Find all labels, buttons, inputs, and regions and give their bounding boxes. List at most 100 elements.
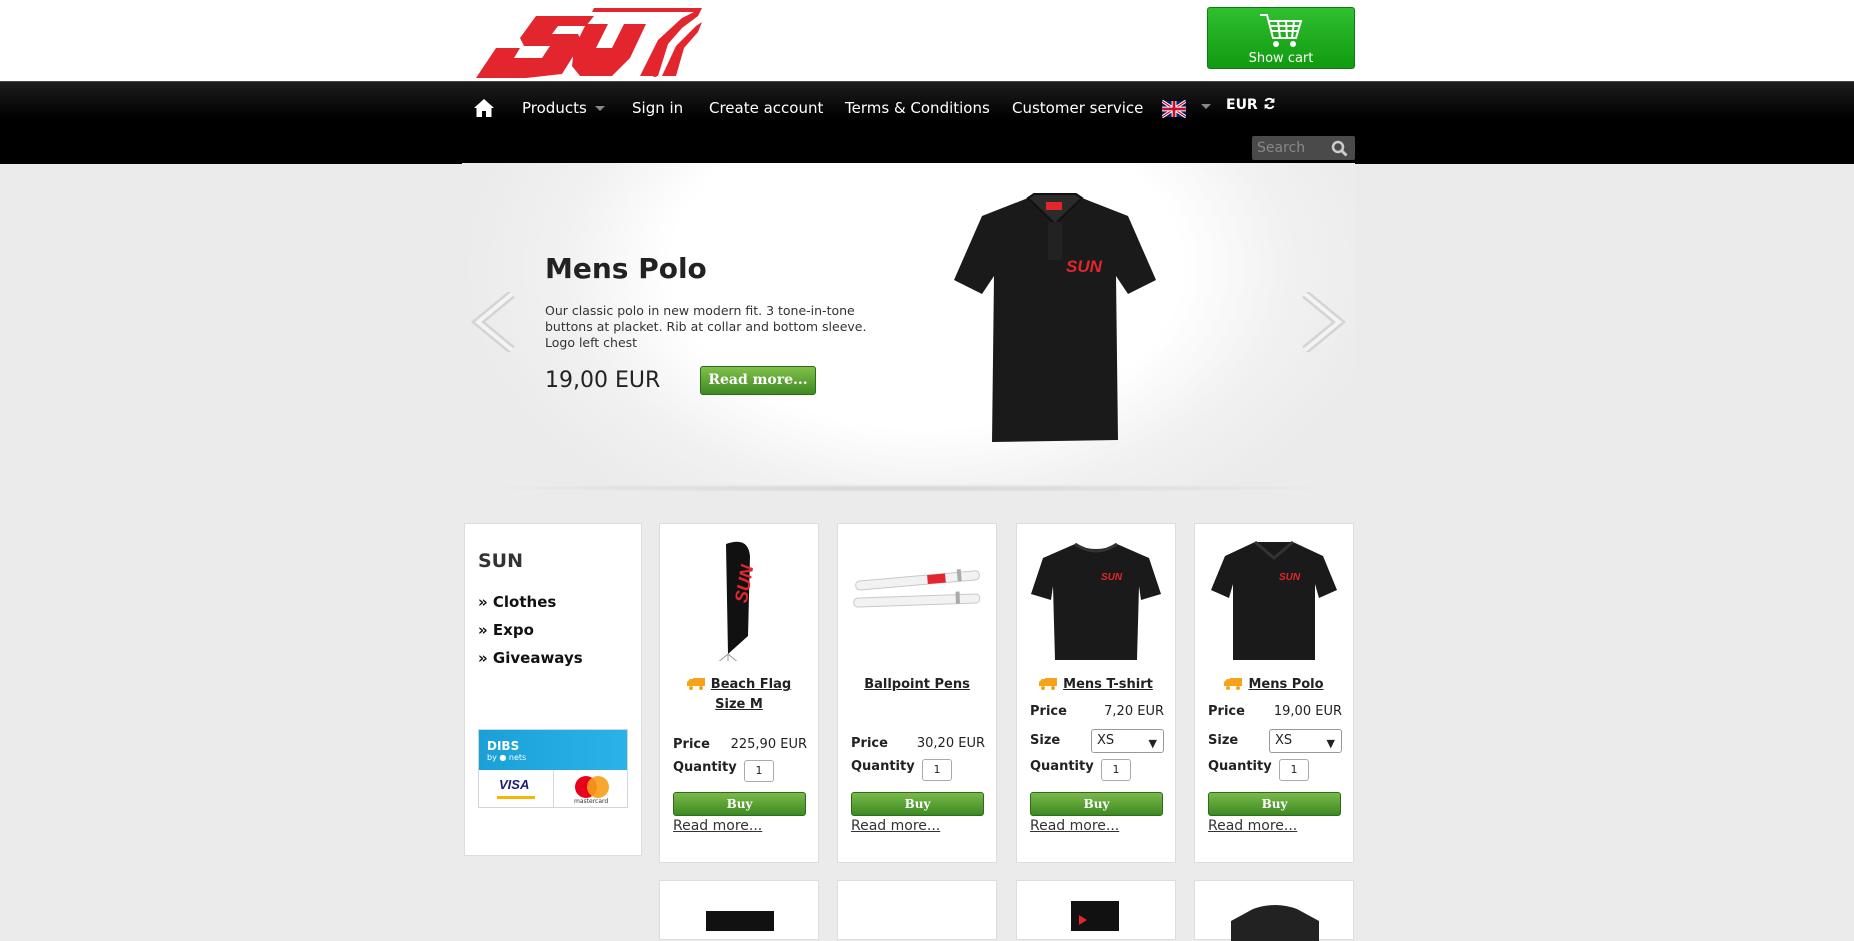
price-value: 7,20 EUR [1104, 704, 1164, 719]
size-select[interactable]: XS ▼ [1269, 729, 1342, 753]
price-value: 225,90 EUR [730, 737, 807, 752]
main-navbar: Products Sign in Create account Terms & … [0, 81, 1854, 164]
hero-title: Mens Polo [545, 252, 707, 285]
currency-selector[interactable]: EUR [1226, 97, 1276, 113]
visa-logo: VISA [499, 777, 530, 792]
search-box [1252, 136, 1355, 160]
dibs-title: DIBS [487, 739, 520, 753]
red-mark-icon [1079, 915, 1087, 925]
sidebar-title: SUN [478, 550, 524, 572]
size-value: XS [1275, 733, 1293, 748]
quantity-label: Quantity [1030, 759, 1094, 774]
ballpoint-pens-image[interactable] [838, 536, 996, 661]
price-value: 30,20 EUR [916, 736, 985, 751]
quantity-input[interactable]: 1 [1101, 759, 1131, 781]
mastercard-logo-icon [575, 776, 609, 798]
read-more-link[interactable]: Read more... [1030, 818, 1119, 834]
carousel-prev-arrow-icon[interactable] [470, 292, 520, 352]
product-card [837, 880, 997, 940]
delivery-truck-icon [1039, 678, 1058, 690]
shirt-thumbnail-image[interactable] [1225, 901, 1325, 941]
divider [553, 770, 554, 807]
quantity-label: Quantity [851, 759, 915, 774]
product-name: Mens T-shirt [1063, 677, 1153, 692]
quantity-input[interactable]: 1 [922, 759, 952, 781]
language-chevron-icon[interactable] [1201, 104, 1211, 109]
read-more-link[interactable]: Read more... [851, 818, 940, 834]
price-label: Price [673, 737, 710, 752]
buy-button[interactable]: Buy [673, 792, 806, 816]
nav-products[interactable]: Products [522, 99, 605, 117]
refresh-icon [1264, 97, 1275, 110]
product-card: SUN Beach Flag Size M Price 225,90 EUR Q… [659, 523, 819, 863]
sidebar-item-clothes[interactable]: » Clothes [478, 593, 556, 611]
uk-flag-icon[interactable] [1162, 100, 1186, 118]
product-card: SUN Mens T-shirt Price 7,20 EUR Size XS ▼… [1016, 523, 1176, 863]
product-image[interactable] [706, 911, 774, 931]
show-cart-button[interactable]: Show cart [1207, 7, 1355, 69]
select-arrow-icon: ▼ [1326, 737, 1335, 750]
product-card: SUN Mens Polo Price 19,00 EUR Size XS ▼ Q… [1194, 523, 1354, 863]
nav-sign-in[interactable]: Sign in [632, 99, 683, 117]
hero-shadow [470, 484, 1350, 492]
product-image[interactable] [1071, 901, 1119, 931]
beach-flag-image[interactable]: SUN [660, 536, 818, 661]
t-shirt-image[interactable]: SUN [1017, 536, 1175, 661]
product-name-link[interactable]: Mens T-shirt [1027, 675, 1165, 695]
carousel-next-arrow-icon[interactable] [1297, 292, 1347, 352]
mastercard-label: mastercard [574, 798, 609, 805]
dibs-subtitle: by ● nets [487, 753, 527, 762]
sidebar-item-giveaways[interactable]: » Giveaways [478, 649, 583, 667]
price-label: Price [1208, 704, 1245, 719]
hero-description: Our classic polo in new modern fit. 3 to… [545, 303, 867, 350]
search-icon[interactable] [1331, 140, 1348, 157]
svg-text:SUN: SUN [1101, 572, 1123, 583]
nav-terms[interactable]: Terms & Conditions [845, 99, 990, 117]
search-input[interactable] [1252, 136, 1329, 160]
size-label: Size [1208, 733, 1239, 748]
nav-customer-service[interactable]: Customer service [1012, 99, 1143, 117]
polo-shirt-thumbnail-image[interactable]: SUN [1195, 536, 1353, 661]
nav-create-account[interactable]: Create account [709, 99, 823, 117]
polo-shirt-image[interactable]: SUN [950, 190, 1160, 452]
quantity-label: Quantity [673, 760, 737, 775]
quantity-input[interactable]: 1 [744, 760, 774, 782]
product-name: Ballpoint Pens [864, 677, 970, 692]
product-name-link[interactable]: Beach Flag Size M [670, 675, 808, 715]
nav-products-label: Products [522, 99, 587, 117]
delivery-truck-icon [686, 678, 705, 690]
product-card [1194, 880, 1354, 941]
quantity-input[interactable]: 1 [1279, 759, 1309, 781]
home-icon[interactable] [473, 98, 495, 118]
size-select[interactable]: XS ▼ [1091, 729, 1164, 753]
size-value: XS [1097, 733, 1115, 748]
buy-button[interactable]: Buy [851, 792, 984, 816]
price-label: Price [851, 736, 888, 751]
sidebar-item-expo[interactable]: » Expo [478, 621, 534, 639]
product-name-link[interactable]: Ballpoint Pens [848, 675, 986, 695]
sun-logo[interactable] [462, 4, 702, 80]
hero-price: 19,00 EUR [545, 368, 661, 393]
dibs-banner: DIBS by ● nets [479, 730, 627, 770]
select-arrow-icon: ▼ [1148, 737, 1157, 750]
visa-logo-bar [497, 796, 535, 799]
header: Show cart [0, 0, 1854, 81]
product-name: Beach Flag Size M [710, 677, 792, 712]
product-card: Ballpoint Pens Price 30,20 EUR Quantity … [837, 523, 997, 863]
chevron-down-icon [594, 106, 605, 111]
svg-text:SUN: SUN [1279, 572, 1301, 583]
shopping-cart-icon [1260, 14, 1303, 47]
read-more-link[interactable]: Read more... [673, 818, 762, 834]
svg-text:SUN: SUN [1066, 257, 1103, 276]
hero-read-more-button[interactable]: Read more... [700, 366, 816, 395]
currency-label: EUR [1226, 97, 1258, 113]
price-label: Price [1030, 704, 1067, 719]
product-card [1016, 880, 1176, 940]
buy-button[interactable]: Buy [1208, 792, 1341, 816]
show-cart-label: Show cart [1248, 51, 1314, 66]
read-more-link[interactable]: Read more... [1208, 818, 1297, 834]
buy-button[interactable]: Buy [1030, 792, 1163, 816]
quantity-label: Quantity [1208, 759, 1272, 774]
product-card [659, 880, 819, 940]
product-name-link[interactable]: Mens Polo [1205, 675, 1343, 695]
